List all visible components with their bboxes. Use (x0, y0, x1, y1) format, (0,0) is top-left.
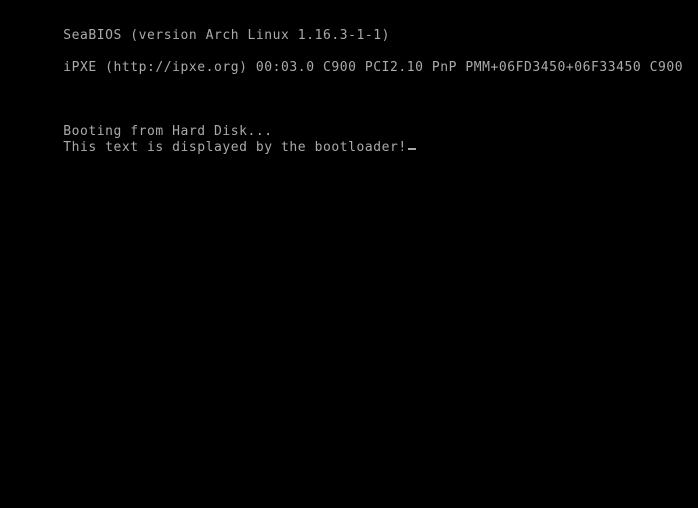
booting-text: Booting from Hard Disk... (63, 124, 273, 139)
text-cursor-icon (407, 148, 416, 150)
console-output-area: SeaBIOS (version Arch Linux 1.16.3-1-1) … (13, 12, 698, 155)
ipxe-text: iPXE (http://ipxe.org) 00:03.0 C900 PCI2… (63, 60, 684, 75)
console-line-booting: Booting from Hard Disk... (13, 108, 698, 139)
bios-version-text: SeaBIOS (version Arch Linux 1.16.3-1-1) (63, 28, 390, 43)
bootloader-message-text: This text is displayed by the bootloader… (63, 140, 407, 155)
bios-console-screen: SeaBIOS (version Arch Linux 1.16.3-1-1) … (0, 0, 698, 508)
console-line-spacer-4 (13, 92, 698, 108)
console-line-bios-version: SeaBIOS (version Arch Linux 1.16.3-1-1) (13, 12, 698, 43)
console-line-ipxe: iPXE (http://ipxe.org) 00:03.0 C900 PCI2… (13, 44, 698, 75)
console-line-spacer-3 (13, 76, 698, 92)
